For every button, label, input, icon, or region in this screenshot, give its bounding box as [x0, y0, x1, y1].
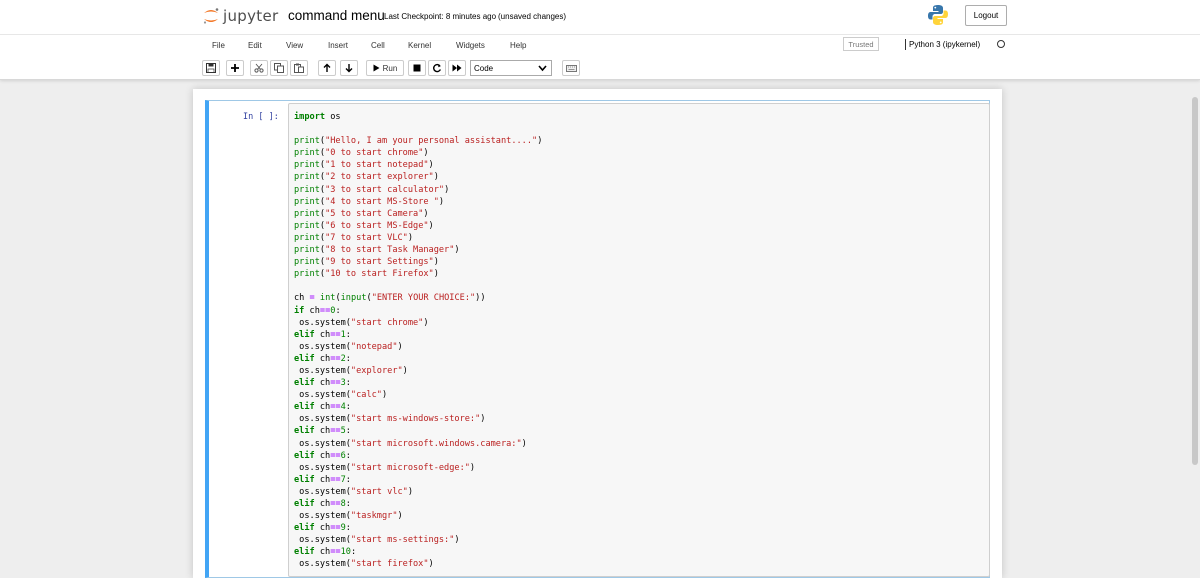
code-cell[interactable]: In [ ]: import os print("Hello, I am you…	[205, 100, 990, 578]
code-line: elif ch==10:	[294, 547, 357, 558]
kernel-idle-indicator-icon	[997, 40, 1005, 48]
code-line: print("4 to start MS-Store ")	[294, 196, 445, 207]
logo-text: jupyter	[223, 7, 279, 25]
code-line: elif ch==3:	[294, 378, 351, 389]
chevron-down-icon	[538, 64, 547, 74]
copy-button[interactable]	[270, 60, 288, 76]
plus-icon	[230, 63, 240, 73]
menu-insert[interactable]: Insert	[328, 41, 348, 50]
save-button[interactable]	[202, 60, 220, 76]
code-line: os.system("explorer")	[294, 365, 408, 376]
trusted-badge[interactable]: Trusted	[843, 37, 879, 51]
code-line: os.system("start chrome")	[294, 317, 429, 328]
arrow-up-icon	[322, 63, 332, 73]
menu-edit[interactable]: Edit	[248, 41, 262, 50]
code-line: os.system("calc")	[294, 390, 388, 401]
paste-icon	[294, 63, 304, 73]
code-line: print("1 to start notepad")	[294, 160, 434, 171]
jupyter-logo[interactable]: jupyter	[202, 5, 278, 27]
menu-view[interactable]: View	[286, 41, 303, 50]
menu-kernel[interactable]: Kernel	[408, 41, 431, 50]
code-line: print("7 to start VLC")	[294, 232, 414, 243]
code-line: elif ch==1:	[294, 329, 351, 340]
keyboard-icon	[565, 64, 577, 72]
page-scrollbar[interactable]	[1192, 97, 1198, 465]
code-line: print("5 to start Camera")	[294, 208, 429, 219]
code-line: if ch==0:	[294, 305, 341, 316]
code-line: print("9 to start Settings")	[294, 257, 439, 268]
arrow-down-icon	[344, 63, 354, 73]
notebook-name[interactable]: command menu	[288, 8, 385, 23]
menubar: File Edit View Insert Cell Kernel Widget…	[0, 34, 1200, 56]
code-line: os.system("start ms-windows-store:")	[294, 414, 486, 425]
input-prompt: In [ ]:	[243, 112, 279, 122]
notebook-container: In [ ]: import os print("Hello, I am you…	[193, 89, 1002, 578]
menu-cell[interactable]: Cell	[371, 41, 385, 50]
code-line: print("Hello, I am your personal assista…	[294, 136, 543, 147]
cell-type-value: Code	[474, 63, 494, 73]
code-line: os.system("start microsoft.windows.camer…	[294, 438, 527, 449]
paste-button[interactable]	[290, 60, 308, 76]
code-line: import os	[294, 112, 341, 122]
code-line: elif ch==9:	[294, 523, 351, 534]
copy-icon	[274, 63, 284, 73]
python-logo-icon	[927, 4, 949, 26]
code-line: print("0 to start chrome")	[294, 148, 429, 159]
code-editor[interactable]: import os print("Hello, I am your person…	[288, 103, 990, 577]
move-down-button[interactable]	[340, 60, 358, 76]
jupyter-logo-icon	[202, 7, 220, 25]
restart-kernel-button[interactable]	[428, 60, 446, 76]
cut-icon	[254, 63, 264, 73]
run-icon	[373, 64, 380, 72]
code-line: elif ch==5:	[294, 426, 351, 437]
restart-icon	[432, 63, 442, 73]
code-line: os.system("taskmgr")	[294, 511, 403, 522]
code-line: os.system("start vlc")	[294, 486, 414, 497]
interrupt-kernel-button[interactable]	[408, 60, 426, 76]
restart-run-all-button[interactable]	[448, 60, 466, 76]
cell-type-select[interactable]: Code	[470, 60, 552, 76]
code-line: os.system("notepad")	[294, 341, 403, 352]
code-line: ch = int(input("ENTER YOUR CHOICE:"))	[294, 293, 486, 304]
code-content[interactable]: import os print("Hello, I am your person…	[294, 111, 542, 571]
code-line: os.system("start microsoft-edge:")	[294, 462, 476, 473]
toolbar: Run Code	[0, 58, 1200, 80]
logout-button[interactable]: Logout	[965, 5, 1007, 26]
menu-help[interactable]: Help	[510, 41, 526, 50]
stop-icon	[413, 64, 421, 72]
code-line: print("2 to start explorer")	[294, 172, 439, 183]
code-line: print("3 to start calculator")	[294, 184, 450, 195]
top-bar: jupyter command menu Last Checkpoint: 8 …	[0, 0, 1200, 80]
code-line: print("8 to start Task Manager")	[294, 245, 460, 256]
kernel-name: Python 3 (ipykernel)	[905, 39, 980, 50]
code-line: os.system("start firefox")	[294, 559, 434, 570]
code-line: elif ch==8:	[294, 499, 351, 509]
move-up-button[interactable]	[318, 60, 336, 76]
checkpoint-status: Last Checkpoint: 8 minutes ago	[384, 12, 497, 21]
code-line: print("6 to start MS-Edge")	[294, 220, 434, 231]
code-line: print("10 to start Firefox")	[294, 269, 439, 280]
cut-button[interactable]	[250, 60, 268, 76]
code-line: elif ch==6:	[294, 450, 351, 461]
code-line: elif ch==4:	[294, 402, 351, 413]
save-icon	[206, 63, 216, 73]
save-status: (unsaved changes)	[498, 12, 567, 21]
header: jupyter command menu Last Checkpoint: 8 …	[0, 0, 1200, 32]
add-cell-button[interactable]	[226, 60, 244, 76]
command-palette-button[interactable]	[562, 60, 580, 76]
fast-forward-icon	[452, 64, 462, 72]
menu-widgets[interactable]: Widgets	[456, 41, 485, 50]
run-button[interactable]: Run	[366, 60, 404, 76]
code-line: elif ch==2:	[294, 353, 351, 364]
run-label: Run	[382, 63, 398, 73]
code-line: elif ch==7:	[294, 474, 351, 485]
code-line: os.system("start ms-settings:")	[294, 535, 460, 546]
menu-file[interactable]: File	[212, 41, 225, 50]
